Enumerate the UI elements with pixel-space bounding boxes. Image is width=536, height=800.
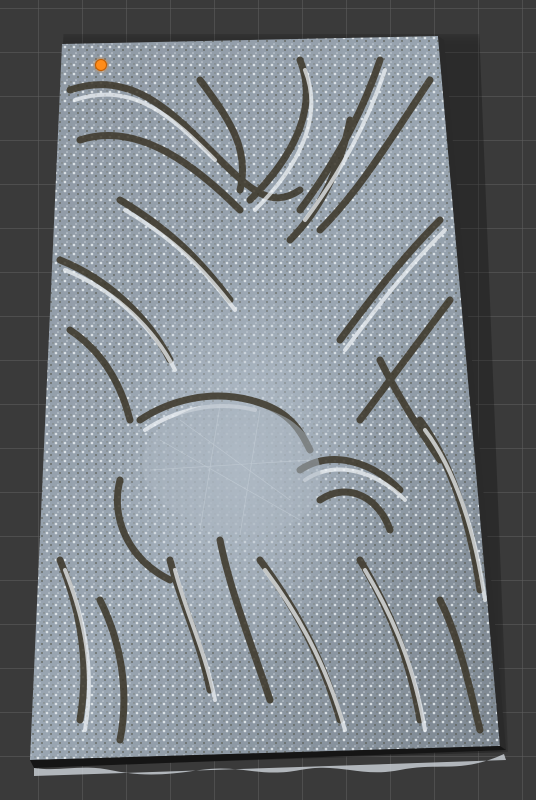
scanned-relief-model[interactable] (0, 0, 536, 800)
3d-viewport[interactable] (0, 0, 536, 800)
origin-dot-icon[interactable] (95, 59, 107, 71)
